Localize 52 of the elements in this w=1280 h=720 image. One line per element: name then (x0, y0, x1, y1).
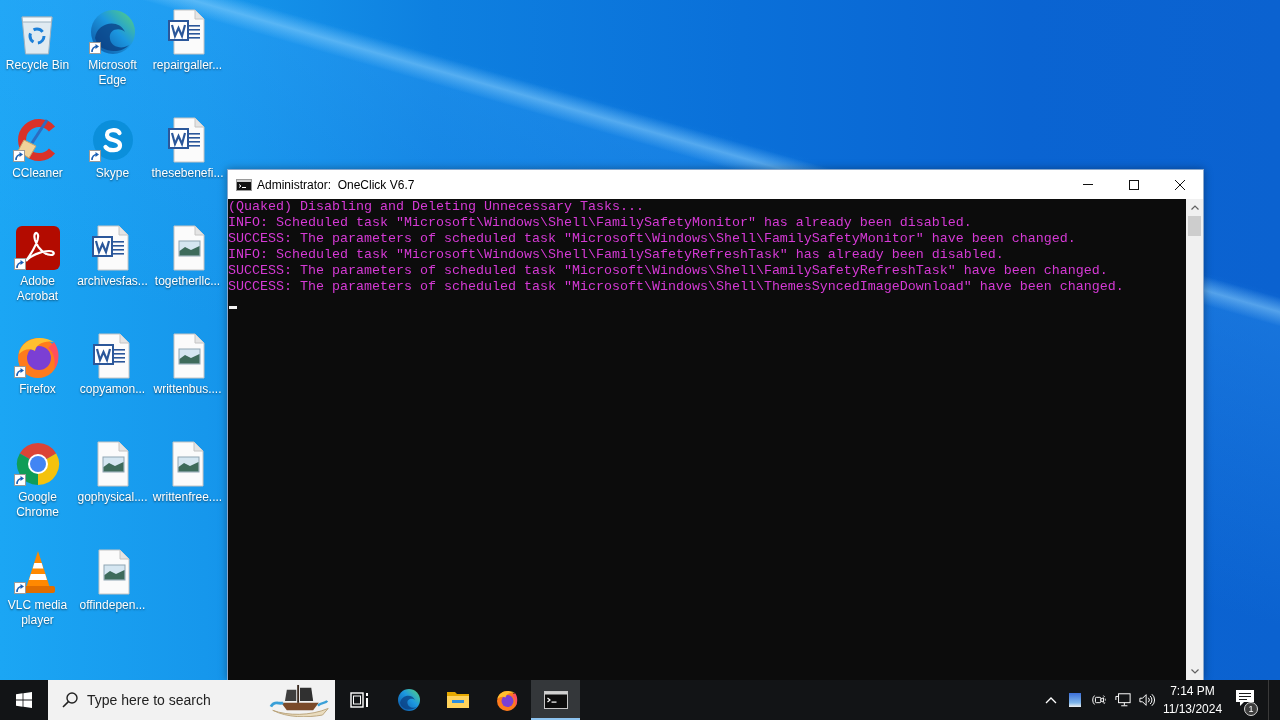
video-camera-icon[interactable] (1091, 692, 1107, 708)
console-line: INFO: Scheduled task "Microsoft\Windows\Shell\FamilySafetyRefreshTask" has already been disabled. (228, 247, 1005, 263)
desktop-item[interactable]: repairgaller... (152, 8, 223, 73)
close-icon (1175, 179, 1185, 190)
window-title: Administrator: OneClick V6.7 (257, 177, 415, 192)
console-line: SUCCESS: The parameters of scheduled task "Microsoft\Windows\Shell\ThemesSyncedImageDownload" have been changed. (228, 279, 1125, 295)
search-icon (62, 692, 78, 708)
desktop-item[interactable]: Microsoft Edge (75, 8, 150, 88)
taskbar-button[interactable] (531, 680, 580, 720)
minimize-icon (1083, 184, 1093, 185)
text-cursor (229, 306, 237, 309)
console-line: (Quaked) Disabling and Deleting Unnecessary Tasks... (228, 199, 645, 215)
desktop-item[interactable]: Skype (88, 116, 137, 181)
console-line: INFO: Scheduled task "Microsoft\Windows\Shell\FamilySafetyMonitor" has already been disabled. (228, 215, 973, 231)
desktop-item[interactable]: Recycle Bin (5, 8, 70, 73)
desktop-item[interactable]: offindepen... (79, 548, 146, 613)
desktop-item[interactable]: writtenfree.... (152, 440, 223, 505)
windows-logo-icon (16, 692, 32, 708)
firefox-logo-icon (494, 688, 519, 712)
clock-time[interactable]: 7:14 PM (1170, 682, 1215, 700)
desktop-item[interactable]: Adobe Acrobat (0, 224, 75, 304)
notification-count-badge: 1 (1244, 702, 1258, 716)
desktop-item[interactable]: togetherllc... (154, 224, 221, 289)
desktop-item[interactable]: gophysical.... (77, 440, 148, 505)
desktop-item[interactable]: writtenbus.... (153, 332, 222, 397)
terminal-icon (543, 688, 568, 712)
terminal-icon (236, 178, 252, 191)
desktop-item[interactable]: copyamon... (79, 332, 146, 397)
speaker-icon[interactable] (1139, 692, 1155, 708)
search-field[interactable]: Type here to search (48, 680, 335, 720)
task-view-icon (349, 691, 370, 709)
desktop-item[interactable]: archivesfas... (77, 224, 148, 289)
desktop-item[interactable]: Google Chrome (0, 440, 75, 520)
notifications-button[interactable]: 1 (1226, 680, 1264, 720)
pirate-ship-icon (269, 683, 331, 717)
desktop-item[interactable]: Firefox (13, 332, 62, 397)
desktop-item[interactable]: VLC media player (0, 548, 75, 628)
desktop-item[interactable]: thesebenefi... (151, 116, 224, 181)
edge-logo-icon (88, 8, 137, 56)
acrobat-logo-icon (13, 224, 62, 272)
maximize-icon (1129, 179, 1139, 190)
scrollbar-thumb[interactable] (1188, 216, 1201, 236)
console-line: SUCCESS: The parameters of scheduled task "Microsoft\Windows\Shell\FamilySafetyRefreshTask" have been changed. (228, 263, 1109, 279)
speech-bubble-icon (1235, 689, 1255, 707)
chevron-up-icon[interactable] (1045, 696, 1057, 704)
desktop-item[interactable]: CCleaner (12, 116, 63, 181)
app-tile-icon[interactable] (1067, 692, 1083, 708)
edge-logo-icon (396, 688, 421, 712)
console-line: SUCCESS: The parameters of scheduled task "Microsoft\Windows\Shell\FamilySafetyMonitor" have been changed. (228, 231, 1077, 247)
vertical-scrollbar[interactable] (1186, 199, 1203, 680)
network-monitor-icon[interactable] (1115, 692, 1131, 708)
clock-date[interactable]: 11/13/2024 (1162, 700, 1223, 718)
